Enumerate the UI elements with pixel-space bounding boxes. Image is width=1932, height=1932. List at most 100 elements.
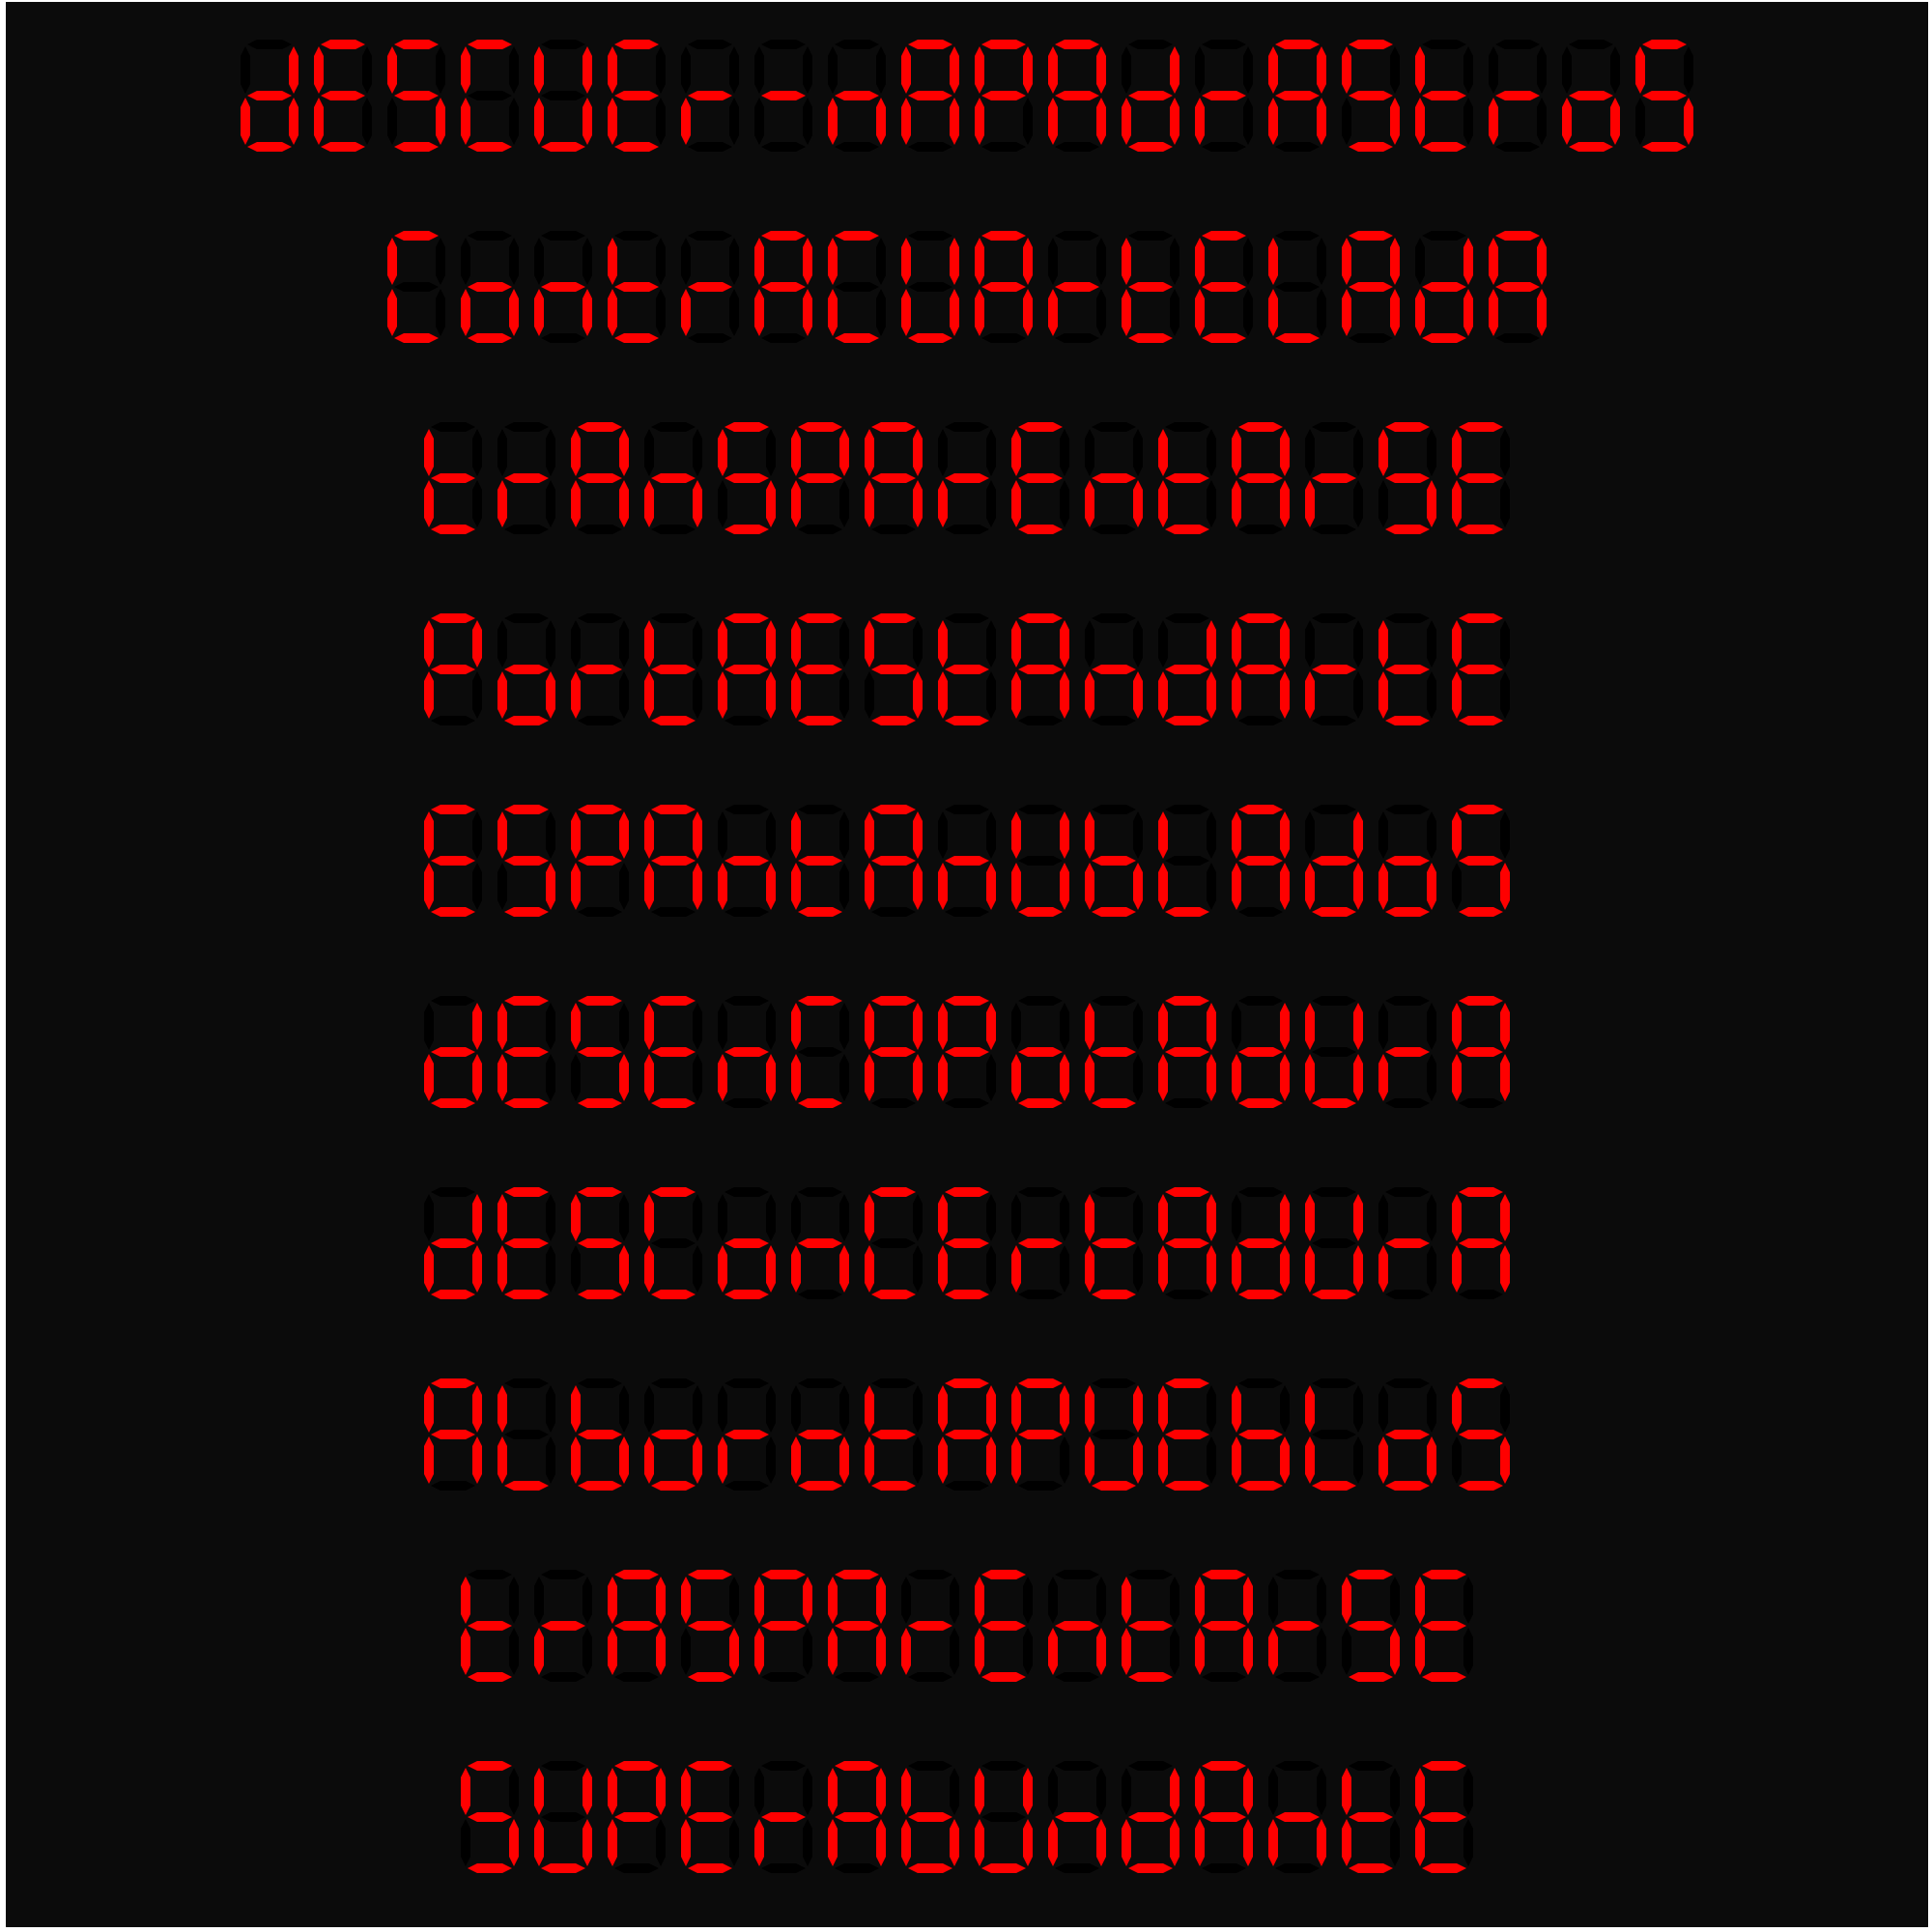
segment-f <box>424 620 434 668</box>
segment-e <box>644 480 654 527</box>
digit-cell <box>424 613 482 725</box>
digit-cell <box>424 805 482 917</box>
segment-f <box>571 1385 581 1433</box>
segment-e <box>718 671 727 719</box>
segment-g <box>724 473 769 483</box>
segment-e <box>644 1245 654 1293</box>
segment-e <box>1452 1054 1462 1101</box>
segment-e <box>497 671 507 719</box>
segment-c <box>1500 480 1510 527</box>
segment-f <box>1048 1768 1058 1815</box>
segment-b <box>289 46 298 94</box>
segment-d <box>504 1290 549 1299</box>
segment-d <box>1312 1481 1356 1491</box>
segment-f <box>1085 1194 1094 1241</box>
segment-g <box>1092 1430 1136 1439</box>
segment-g <box>688 91 732 100</box>
segment-b <box>950 238 959 285</box>
segment-e <box>241 98 250 145</box>
segment-a <box>541 1570 585 1579</box>
segment-b <box>1207 811 1216 859</box>
segment-a <box>1238 613 1283 623</box>
segment-d <box>724 1481 769 1491</box>
segment-g <box>835 282 879 292</box>
segment-b <box>1317 1577 1326 1624</box>
segment-a <box>1238 805 1283 814</box>
segment-c <box>913 671 923 719</box>
segment-b <box>1500 620 1510 668</box>
segment-e <box>608 1819 617 1866</box>
segment-b <box>1463 46 1473 94</box>
segment-g <box>798 1430 842 1439</box>
segment-e <box>865 480 874 527</box>
digit-cell <box>1011 422 1069 534</box>
segment-f <box>1122 238 1131 285</box>
segment-e <box>571 671 581 719</box>
segment-f <box>1232 811 1241 859</box>
segment-f <box>608 238 617 285</box>
segment-c <box>766 671 776 719</box>
segment-b <box>1427 811 1436 859</box>
segment-b <box>913 811 923 859</box>
segment-b <box>1170 1768 1179 1815</box>
segment-g <box>468 91 512 100</box>
segment-c <box>619 1245 629 1293</box>
segment-g <box>1642 91 1687 100</box>
segment-d <box>394 142 439 152</box>
segment-g <box>1202 1621 1246 1631</box>
segment-a <box>614 231 659 241</box>
segment-d <box>1092 525 1136 534</box>
segment-g <box>724 856 769 866</box>
segment-f <box>644 1194 654 1241</box>
segment-c <box>1427 671 1436 719</box>
segment-c <box>546 1436 555 1484</box>
digit-cell <box>865 805 923 917</box>
digit-cell <box>1268 40 1326 152</box>
segment-a <box>1202 1761 1246 1771</box>
segment-d <box>1055 333 1099 343</box>
digit-cell <box>1085 996 1143 1108</box>
segment-d <box>504 907 549 917</box>
segment-f <box>975 238 984 285</box>
digit-cell <box>608 40 666 152</box>
segment-g <box>1275 282 1320 292</box>
segment-d <box>1459 1481 1503 1491</box>
segment-e <box>461 1628 470 1675</box>
segment-e <box>901 289 911 336</box>
display-line <box>424 422 1510 534</box>
digit-cell <box>1158 805 1216 917</box>
segment-b <box>839 1003 849 1050</box>
segment-d <box>871 1290 916 1299</box>
digit-cell <box>644 1187 702 1299</box>
segment-e <box>1452 671 1462 719</box>
segment-c <box>913 1054 923 1101</box>
segment-d <box>871 525 916 534</box>
segment-a <box>578 1187 622 1197</box>
segment-g <box>981 1812 1026 1822</box>
segment-e <box>1158 1054 1168 1101</box>
segment-f <box>828 238 838 285</box>
segment-e <box>461 1819 470 1866</box>
segment-e <box>1122 289 1131 336</box>
digit-cell <box>865 1187 923 1299</box>
segment-g <box>1202 91 1246 100</box>
segment-f <box>938 620 948 668</box>
segment-a <box>1385 1187 1430 1197</box>
segment-g <box>1018 1047 1063 1057</box>
segment-c <box>1537 289 1547 336</box>
digit-cell <box>1305 613 1363 725</box>
digit-cell <box>901 1570 959 1682</box>
segment-d <box>1459 1098 1503 1108</box>
segment-f <box>938 1194 948 1241</box>
segment-e <box>1268 1628 1278 1675</box>
segment-b <box>693 429 702 476</box>
segment-e <box>1342 289 1351 336</box>
segment-a <box>798 1378 842 1388</box>
digit-cell <box>681 231 739 343</box>
segment-f <box>791 1003 801 1050</box>
segment-c <box>1353 863 1363 910</box>
segment-b <box>619 620 629 668</box>
segment-e <box>461 289 470 336</box>
digit-cell <box>534 231 592 343</box>
segment-d <box>1018 1098 1063 1108</box>
